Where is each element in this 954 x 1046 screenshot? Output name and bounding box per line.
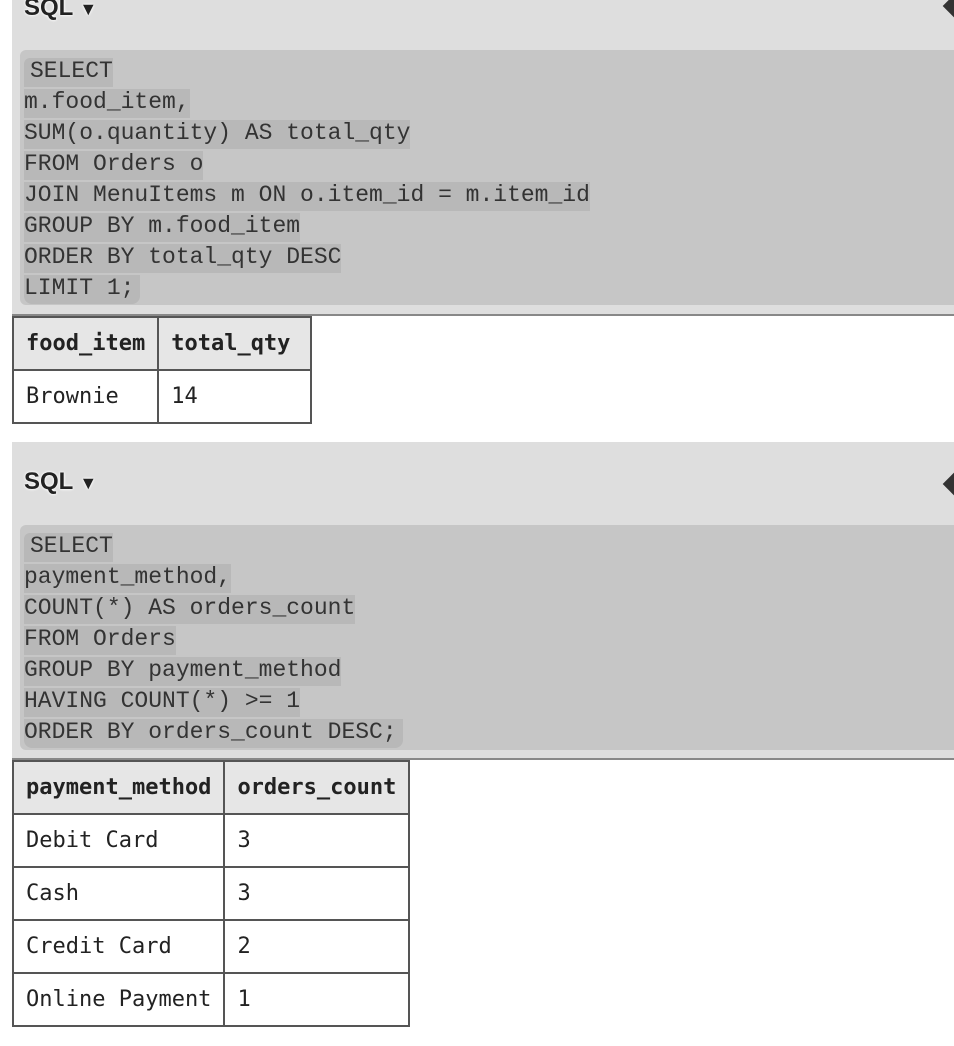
code-line: SUM(o.quantity) AS total_qty (24, 118, 954, 149)
result-table-2: payment_method orders_count Debit Card 3 C… (11, 760, 411, 1027)
code-line: SELECT (24, 531, 954, 562)
table-cell: Online Payment (11, 972, 226, 1027)
code-line: JOIN MenuItems m ON o.item_id = m.item_i… (24, 180, 954, 211)
code-line: ORDER BY total_qty DESC (24, 242, 954, 273)
sql-cell-2: SQL ▼ SELECT payment_method, COUNT(*) AS … (12, 442, 954, 758)
table-cell: Cash (11, 866, 226, 921)
code-line: FROM Orders o (24, 149, 954, 180)
table-row: Online Payment 1 (11, 972, 411, 1027)
collapse-icon[interactable] (942, 472, 954, 496)
sql-code-1[interactable]: SELECT m.food_item, SUM(o.quantity) AS t… (20, 50, 954, 305)
sql-label: SQL (24, 0, 74, 21)
column-header: food_item (11, 316, 160, 371)
table-cell: 3 (223, 866, 411, 921)
table-row: Cash 3 (11, 866, 411, 921)
table-row: Credit Card 2 (11, 919, 411, 974)
code-line: FROM Orders (24, 624, 954, 655)
column-header: total_qty (157, 316, 312, 371)
sql-label: SQL (24, 468, 74, 495)
table-cell: Debit Card (11, 813, 226, 868)
table-cell: 3 (223, 813, 411, 868)
code-line: payment_method, (24, 562, 954, 593)
triangle-down-icon: ▼ (79, 0, 98, 19)
code-line: m.food_item, (24, 87, 954, 118)
sql-code-2[interactable]: SELECT payment_method, COUNT(*) AS order… (20, 525, 954, 750)
code-line: COUNT(*) AS orders_count (24, 593, 954, 624)
code-line: GROUP BY payment_method (24, 655, 954, 686)
table-header-row: food_item total_qty (11, 316, 312, 371)
table-cell: Credit Card (11, 919, 226, 974)
collapse-icon[interactable] (942, 0, 954, 18)
table-row: Debit Card 3 (11, 813, 411, 868)
table-cell: 1 (223, 972, 411, 1027)
code-line: ORDER BY orders_count DESC; (24, 717, 954, 748)
table-cell: Brownie (11, 369, 160, 424)
sql-cell-1: SQL ▼ SELECT m.food_item, SUM(o.quantity)… (12, 0, 954, 316)
triangle-down-icon: ▼ (79, 473, 98, 493)
code-line: HAVING COUNT(*) >= 1 (24, 686, 954, 717)
column-header: payment_method (11, 760, 226, 815)
table-row: Brownie 14 (11, 369, 312, 424)
column-header: orders_count (223, 760, 411, 815)
table-cell: 14 (157, 369, 312, 424)
table-header-row: payment_method orders_count (11, 760, 411, 815)
code-line: SELECT (24, 56, 954, 87)
table-cell: 2 (223, 919, 411, 974)
sql-toggle-1[interactable]: SQL ▼ (24, 0, 97, 22)
code-line: LIMIT 1; (24, 273, 954, 304)
code-line: GROUP BY m.food_item (24, 211, 954, 242)
result-table-1: food_item total_qty Brownie 14 (11, 316, 312, 424)
sql-toggle-2[interactable]: SQL ▼ (24, 468, 97, 496)
